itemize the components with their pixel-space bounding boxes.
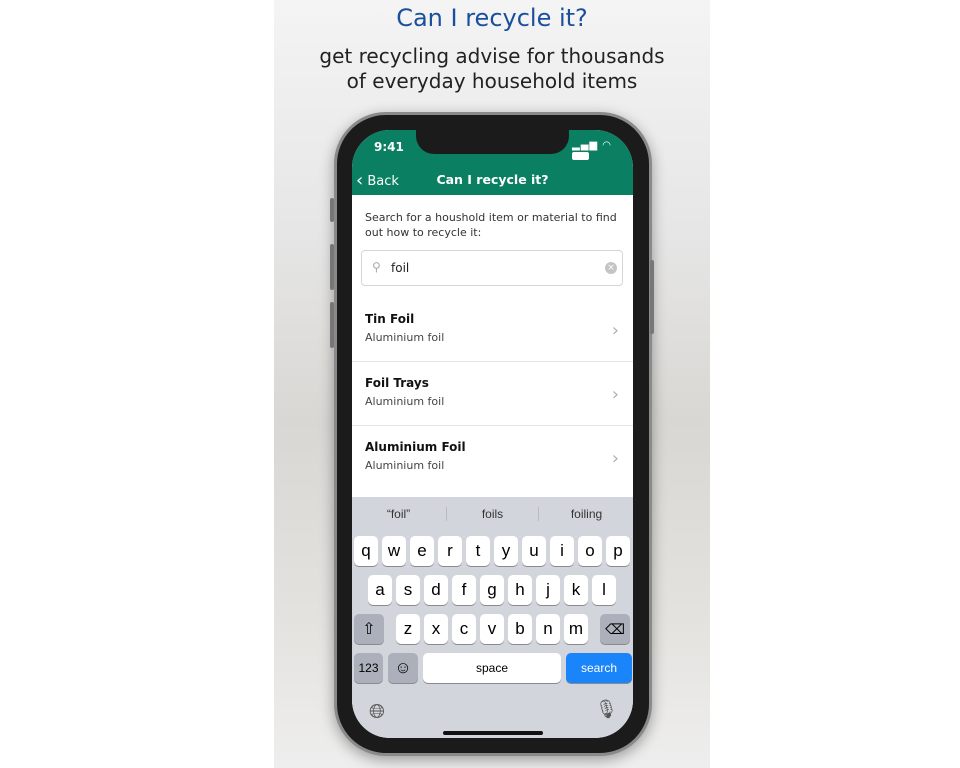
key-v[interactable]: v: [480, 614, 504, 644]
globe-icon[interactable]: 🌐︎: [369, 699, 385, 723]
page-title: Can I recycle it?: [396, 4, 588, 32]
result-item[interactable]: Foil Trays Aluminium foil ›: [352, 362, 633, 426]
key-h[interactable]: h: [508, 575, 532, 605]
key-t[interactable]: t: [466, 536, 490, 566]
key-g[interactable]: g: [480, 575, 504, 605]
search-icon: ⚲: [372, 260, 381, 274]
instruction-text: Search for a houshold item or material t…: [365, 211, 617, 239]
key-q[interactable]: q: [354, 536, 378, 566]
key-b[interactable]: b: [508, 614, 532, 644]
emoji-key[interactable]: ☺: [388, 653, 418, 683]
key-e[interactable]: e: [410, 536, 434, 566]
microphone-icon[interactable]: 🎙︎: [595, 699, 618, 720]
phone-button: [330, 198, 334, 222]
home-indicator: [443, 731, 543, 735]
chevron-right-icon: ›: [611, 320, 619, 341]
status-time: 9:41: [374, 140, 404, 154]
notch: [416, 130, 569, 154]
key-i[interactable]: i: [550, 536, 574, 566]
key-x[interactable]: x: [424, 614, 448, 644]
suggestion[interactable]: “foil”: [352, 507, 445, 521]
clear-icon[interactable]: ×: [605, 262, 617, 274]
key-c[interactable]: c: [452, 614, 476, 644]
key-j[interactable]: j: [536, 575, 560, 605]
key-p[interactable]: p: [606, 536, 630, 566]
key-l[interactable]: l: [592, 575, 616, 605]
phone-button: [650, 260, 654, 334]
emoji-icon: ☺: [394, 658, 412, 677]
space-key[interactable]: space: [423, 653, 561, 683]
page-subtitle: get recycling advise for thousands of eve…: [319, 44, 665, 93]
chevron-right-icon: ›: [611, 448, 619, 469]
shift-key[interactable]: ⇧: [354, 614, 384, 644]
key-r[interactable]: r: [438, 536, 462, 566]
key-k[interactable]: k: [564, 575, 588, 605]
search-key[interactable]: search: [566, 653, 632, 683]
key-u[interactable]: u: [522, 536, 546, 566]
key-a[interactable]: a: [368, 575, 392, 605]
result-item[interactable]: Tin Foil Aluminium foil ›: [352, 298, 633, 362]
key-d[interactable]: d: [424, 575, 448, 605]
key-y[interactable]: y: [494, 536, 518, 566]
search-input[interactable]: ⚲ foil ×: [361, 250, 623, 286]
suggestion[interactable]: foiling: [540, 507, 633, 521]
key-m[interactable]: m: [564, 614, 588, 644]
wifi-icon: ◠: [602, 140, 612, 151]
key-z[interactable]: z: [396, 614, 420, 644]
result-item[interactable]: Aluminium Foil Aluminium foil ›: [352, 426, 633, 490]
numbers-key[interactable]: 123: [354, 653, 383, 683]
key-f[interactable]: f: [452, 575, 476, 605]
phone-screen: 9:41 ▂▄▆ ◠ ‹ Back Can I recycle it? Sear…: [352, 130, 633, 738]
signal-icon: ▂▄▆: [572, 140, 599, 151]
key-n[interactable]: n: [536, 614, 560, 644]
key-o[interactable]: o: [578, 536, 602, 566]
phone-button: [330, 302, 334, 348]
battery-icon: [572, 152, 589, 160]
backspace-key[interactable]: ⌫: [600, 614, 630, 644]
key-w[interactable]: w: [382, 536, 406, 566]
suggestion[interactable]: foils: [446, 507, 539, 521]
phone-button: [330, 244, 334, 290]
key-s[interactable]: s: [396, 575, 420, 605]
nav-title: Can I recycle it?: [436, 172, 549, 187]
keyboard: “foil” foils foiling ⇧ ⌫ 123 ☺ space sea…: [352, 497, 633, 738]
chevron-right-icon: ›: [611, 384, 619, 405]
